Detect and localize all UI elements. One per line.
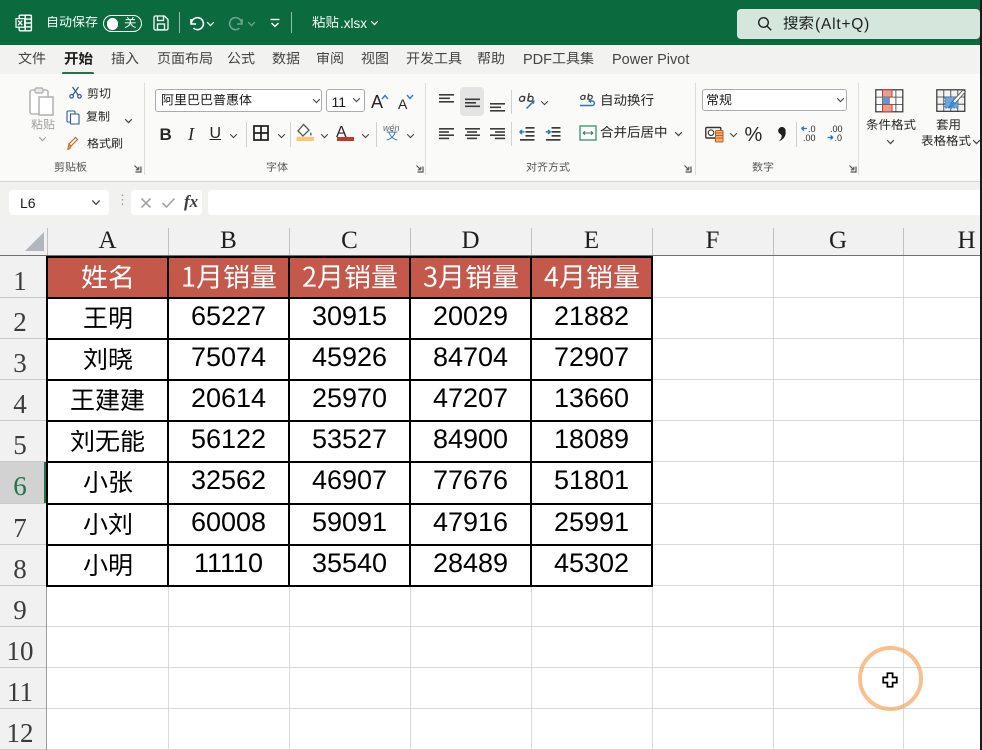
svg-text:.0: .0 xyxy=(835,133,843,142)
svg-text:.00: .00 xyxy=(803,133,816,142)
